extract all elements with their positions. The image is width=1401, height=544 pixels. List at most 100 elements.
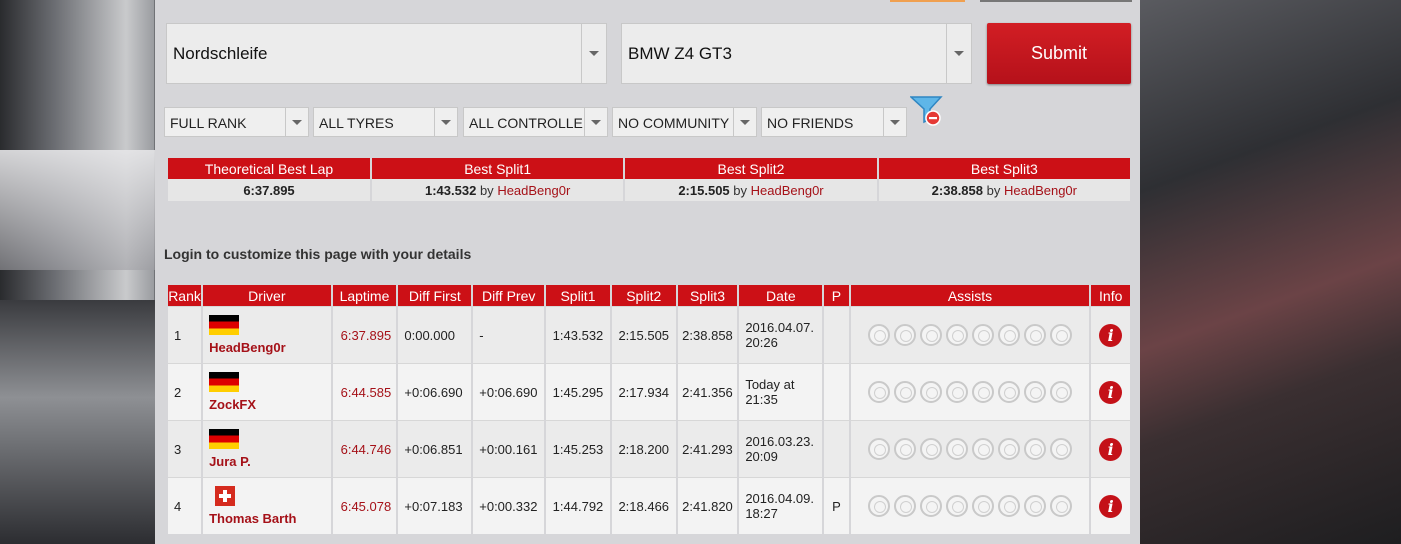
- tc-icon: [894, 381, 917, 403]
- col-assists: Assists: [850, 285, 1090, 306]
- friends-filter-select[interactable]: NO FRIENDS: [761, 107, 907, 137]
- chevron-down-icon: [441, 120, 451, 125]
- background-right: [1140, 0, 1401, 544]
- laptime-cell: 6:44.746: [332, 420, 397, 477]
- driver-link[interactable]: HeadBeng0r: [1004, 183, 1077, 198]
- split2-cell: 2:17.934: [611, 363, 676, 420]
- auto-brake-icon: [1050, 495, 1073, 517]
- driver-link[interactable]: HeadBeng0r: [751, 183, 824, 198]
- table-row: 2 ZockFX 6:44.585 +0:06.690 +0:06.690 1:…: [168, 363, 1130, 420]
- abs-icon: [868, 381, 891, 403]
- driver-cell: HeadBeng0r: [203, 306, 331, 363]
- tyres-filter-select[interactable]: ALL TYRES: [313, 107, 458, 137]
- car-select-value: BMW Z4 GT3: [628, 44, 732, 63]
- assists-cell: [850, 306, 1090, 363]
- background-left-lower: [0, 300, 155, 544]
- car-select-arrow[interactable]: [946, 24, 971, 83]
- germany-flag-icon: [209, 371, 240, 392]
- col-laptime: Laptime: [332, 285, 397, 306]
- community-filter-select[interactable]: NO COMMUNITY: [612, 107, 757, 137]
- gearbox-icon: [946, 381, 969, 403]
- track-select-arrow[interactable]: [581, 24, 606, 83]
- col-driver: Driver: [203, 285, 331, 306]
- info-icon[interactable]: i: [1099, 323, 1123, 347]
- split3-cell: 2:38.858: [677, 306, 738, 363]
- best-split3-value: 2:38.858 by HeadBeng0r: [878, 179, 1130, 201]
- info-icon[interactable]: i: [1099, 494, 1123, 518]
- col-diff-prev: Diff Prev: [473, 285, 545, 306]
- clear-filter-icon[interactable]: [910, 95, 944, 127]
- col-rank: Rank: [168, 285, 202, 306]
- col-split1: Split1: [546, 285, 610, 306]
- info-cell: i: [1091, 477, 1130, 534]
- chevron-down-icon: [591, 120, 601, 125]
- community-filter-value: NO COMMUNITY: [618, 115, 730, 131]
- diff-first-cell: +0:07.183: [398, 477, 472, 534]
- gearbox-icon: [946, 438, 969, 460]
- track-select-value: Nordschleife: [173, 44, 268, 63]
- driver-link[interactable]: Jura P.: [209, 453, 331, 470]
- leaderboard-table: Rank Driver Laptime Diff First Diff Prev…: [166, 285, 1132, 534]
- split1-cell: 1:43.532: [546, 306, 610, 363]
- car-select[interactable]: BMW Z4 GT3: [621, 23, 972, 84]
- split1-cell: 1:45.295: [546, 363, 610, 420]
- split1-cell: 1:44.792: [546, 477, 610, 534]
- table-row: 3 Jura P. 6:44.746 +0:06.851 +0:00.161 1…: [168, 420, 1130, 477]
- driver-cell: Thomas Barth: [203, 477, 331, 534]
- col-p: P: [824, 285, 849, 306]
- controllers-filter-value: ALL CONTROLLERS: [469, 115, 586, 131]
- split2-cell: 2:18.200: [611, 420, 676, 477]
- germany-flag-icon: [209, 314, 240, 335]
- theoretical-best-value: 6:37.895: [168, 179, 370, 201]
- friends-filter-arrow[interactable]: [883, 108, 906, 136]
- ideal-line-icon: [1024, 495, 1047, 517]
- driver-link[interactable]: HeadBeng0r: [209, 339, 331, 356]
- driver-link[interactable]: Thomas Barth: [209, 510, 331, 527]
- rank-cell: 3: [168, 420, 202, 477]
- info-icon[interactable]: i: [1099, 437, 1123, 461]
- submit-button[interactable]: Submit: [987, 23, 1131, 84]
- split3-cell: 2:41.820: [677, 477, 738, 534]
- tc-icon: [894, 324, 917, 346]
- driver-link[interactable]: ZockFX: [209, 396, 331, 413]
- chevron-down-icon: [740, 120, 750, 125]
- top-accent: [890, 0, 965, 2]
- controllers-filter-arrow[interactable]: [584, 108, 607, 136]
- tyres-filter-arrow[interactable]: [434, 108, 457, 136]
- braking-line-icon: [998, 381, 1021, 403]
- sc-icon: [920, 381, 943, 403]
- info-icon[interactable]: i: [1099, 380, 1123, 404]
- sc-icon: [920, 324, 943, 346]
- rank-cell: 2: [168, 363, 202, 420]
- login-prompt[interactable]: Login to customize this page with your d…: [164, 246, 471, 262]
- rank-filter-arrow[interactable]: [285, 108, 308, 136]
- controllers-filter-select[interactable]: ALL CONTROLLERS: [463, 107, 608, 137]
- col-diff-first: Diff First: [398, 285, 472, 306]
- table-row: 4 Thomas Barth 6:45.078 +0:07.183 +0:00.…: [168, 477, 1130, 534]
- p-cell: P: [824, 477, 849, 534]
- chevron-down-icon: [890, 120, 900, 125]
- info-cell: i: [1091, 363, 1130, 420]
- laptime-cell: 6:37.895: [332, 306, 397, 363]
- rank-filter-select[interactable]: FULL RANK: [164, 107, 309, 137]
- gearbox-icon: [946, 324, 969, 346]
- gearbox-icon: [946, 495, 969, 517]
- chevron-down-icon: [589, 51, 599, 56]
- community-filter-arrow[interactable]: [733, 108, 756, 136]
- theoretical-best-header: Theoretical Best Lap: [168, 158, 370, 179]
- best-split1-header: Best Split1: [372, 158, 624, 179]
- driver-link[interactable]: HeadBeng0r: [497, 183, 570, 198]
- ideal-line-icon: [1024, 324, 1047, 346]
- laptime-cell: 6:45.078: [332, 477, 397, 534]
- sc-icon: [920, 495, 943, 517]
- rank-cell: 1: [168, 306, 202, 363]
- clutch-icon: [972, 495, 995, 517]
- friends-filter-value: NO FRIENDS: [767, 115, 854, 131]
- clutch-icon: [972, 324, 995, 346]
- rank-cell: 4: [168, 477, 202, 534]
- chevron-down-icon: [292, 120, 302, 125]
- auto-brake-icon: [1050, 381, 1073, 403]
- track-select[interactable]: Nordschleife: [166, 23, 607, 84]
- p-cell: [824, 306, 849, 363]
- best-splits-table: Theoretical Best Lap Best Split1 Best Sp…: [166, 158, 1132, 201]
